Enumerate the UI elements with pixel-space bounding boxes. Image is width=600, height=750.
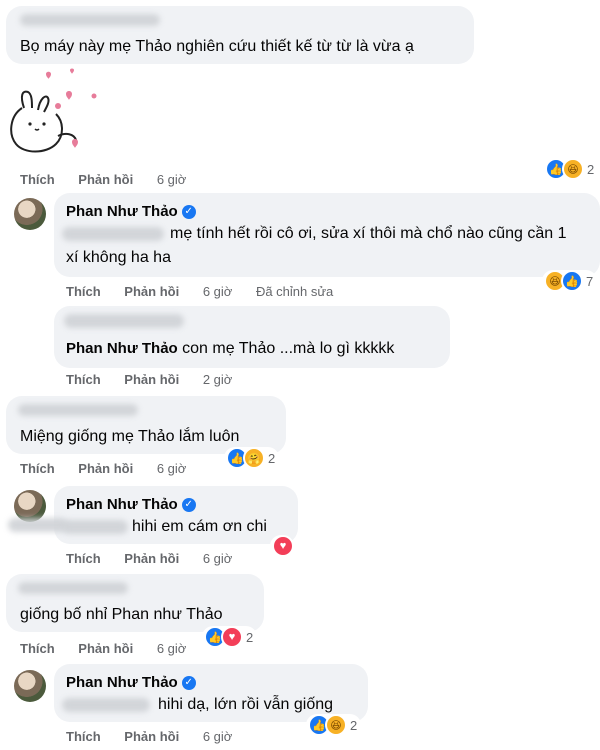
blurred-username	[18, 582, 128, 594]
comment-actions: Thích Phản hồi 6 giờ Đã chỉnh sửa	[66, 284, 353, 299]
comment-text: hihi dạ, lớn rồi vẫn giống	[158, 696, 334, 713]
reaction-summary[interactable]: 👍 ♥ 2	[202, 626, 258, 648]
blurred-mention	[62, 698, 150, 712]
timestamp[interactable]: 6 giờ	[157, 172, 187, 187]
comment-text: Bọ máy này mẹ Thảo nghiên cứu thiết kế t…	[20, 38, 414, 55]
comment-text: giống bố nhỉ Phan như Thảo	[20, 606, 223, 623]
reaction-count: 2	[268, 450, 276, 466]
like-link[interactable]: Thích	[66, 284, 101, 299]
comment-author[interactable]: Phan Như Thảo ✓	[66, 201, 196, 223]
reaction-summary[interactable]: 👍 😆 2	[306, 714, 362, 736]
like-icon: 👍	[561, 270, 583, 292]
comment-actions: Thích Phản hồi 6 giờ	[66, 729, 252, 744]
blurred-mention	[62, 520, 128, 534]
like-link[interactable]: Thích	[20, 641, 55, 656]
comment-text: hihi em cám ơn chi	[132, 518, 267, 535]
reaction-summary[interactable]: 👍 😆 2	[543, 158, 599, 180]
blurred-mention	[8, 518, 68, 532]
comment-actions: Thích Phản hồi 2 giờ	[66, 372, 252, 387]
like-link[interactable]: Thích	[66, 551, 101, 566]
reply-link[interactable]: Phản hồi	[78, 461, 133, 476]
care-icon: 🤗	[243, 447, 265, 469]
sticker-image	[2, 66, 102, 162]
comment-actions: Thích Phản hồi 6 giờ	[66, 551, 252, 566]
like-link[interactable]: Thích	[66, 729, 101, 744]
reaction-summary[interactable]: 👍 🤗 2	[224, 447, 280, 469]
blurred-username	[18, 404, 138, 416]
comment-bubble: Phan Như Thảo ✓ hihi em cám ơn chi	[54, 486, 298, 544]
comment-text-line: xí không ha ha	[66, 249, 171, 266]
author-name[interactable]: Phan Như Thảo	[66, 203, 178, 220]
reaction-summary[interactable]: 😆 👍 7	[542, 270, 598, 292]
love-icon: ♥	[272, 535, 294, 557]
mention-link[interactable]: Phan Như Thảo	[66, 340, 178, 357]
avatar[interactable]	[14, 670, 46, 702]
reply-link[interactable]: Phản hồi	[78, 172, 133, 187]
timestamp[interactable]: 6 giờ	[157, 641, 187, 656]
bunny-sticker-icon	[10, 68, 97, 153]
reaction-count: 2	[246, 629, 254, 645]
timestamp[interactable]: 2 giờ	[203, 372, 233, 387]
comment-bubble: Bọ máy này mẹ Thảo nghiên cứu thiết kế t…	[6, 6, 474, 64]
love-icon: ♥	[221, 626, 243, 648]
author-name[interactable]: Phan Như Thảo	[66, 496, 178, 513]
reply-link[interactable]: Phản hồi	[124, 729, 179, 744]
comment-author[interactable]: Phan Như Thảo ✓	[66, 494, 196, 516]
edited-label: Đã chỉnh sửa	[255, 284, 334, 299]
haha-icon: 😆	[325, 714, 347, 736]
reply-link[interactable]: Phản hồi	[124, 284, 179, 299]
blurred-username	[20, 14, 160, 26]
verified-badge-icon: ✓	[181, 497, 196, 512]
verified-badge-icon: ✓	[181, 675, 196, 690]
comment-actions: Thích Phản hồi 6 giờ	[20, 172, 206, 187]
blurred-username	[64, 314, 184, 328]
like-link[interactable]: Thích	[20, 461, 55, 476]
avatar[interactable]	[14, 198, 46, 230]
reaction-summary[interactable]: ♥	[270, 535, 294, 557]
haha-icon: 😆	[562, 158, 584, 180]
comment-author[interactable]: Phan Như Thảo ✓	[66, 672, 196, 694]
like-link[interactable]: Thích	[66, 372, 101, 387]
comment-bubble: Phan Như Thảo con mẹ Thảo ...mà lo gì kk…	[54, 306, 450, 368]
comment-bubble: Phan Như Thảo ✓ mẹ tính hết rồi cô ơi, sử…	[54, 193, 600, 277]
reply-link[interactable]: Phản hồi	[124, 551, 179, 566]
comment-actions: Thích Phản hồi 6 giờ	[20, 641, 206, 656]
verified-badge-icon: ✓	[181, 204, 196, 219]
timestamp[interactable]: 6 giờ	[157, 461, 187, 476]
comment-text: Miệng giống mẹ Thảo lắm luôn	[20, 428, 240, 445]
reaction-count: 2	[587, 161, 595, 177]
comment-text: Phan Như Thảo con mẹ Thảo ...mà lo gì kk…	[66, 338, 394, 360]
comment-body: con mẹ Thảo ...mà lo gì kkkkk	[182, 340, 395, 357]
like-link[interactable]: Thích	[20, 172, 55, 187]
timestamp[interactable]: 6 giờ	[203, 551, 233, 566]
reply-link[interactable]: Phản hồi	[124, 372, 179, 387]
author-name[interactable]: Phan Như Thảo	[66, 674, 178, 691]
comment-text-line: mẹ tính hết rồi cô ơi, sửa xí thôi mà ch…	[170, 225, 567, 242]
timestamp[interactable]: 6 giờ	[203, 729, 233, 744]
comment-actions: Thích Phản hồi 6 giờ	[20, 461, 206, 476]
timestamp[interactable]: 6 giờ	[203, 284, 233, 299]
reaction-count: 7	[586, 273, 594, 289]
reply-link[interactable]: Phản hồi	[78, 641, 133, 656]
reaction-count: 2	[350, 717, 358, 733]
blurred-mention	[62, 227, 164, 241]
comment-bubble: giống bố nhỉ Phan như Thảo	[6, 574, 264, 632]
comment-bubble: Miệng giống mẹ Thảo lắm luôn	[6, 396, 286, 454]
